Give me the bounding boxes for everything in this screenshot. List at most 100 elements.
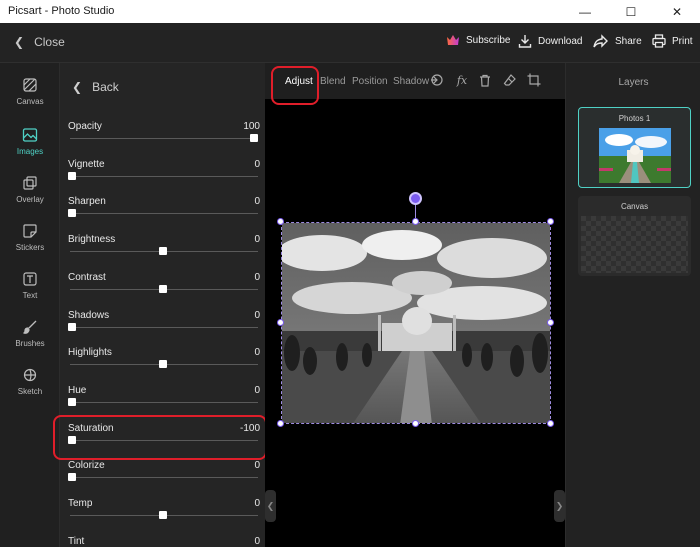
- slider-track[interactable]: [70, 138, 258, 139]
- download-button[interactable]: Download: [518, 34, 582, 48]
- slider-shadows[interactable]: Shadows 0: [68, 310, 260, 348]
- fx-icon[interactable]: fx: [455, 73, 469, 87]
- resize-handle-right[interactable]: [547, 319, 554, 326]
- close-button[interactable]: ❮ Close: [14, 35, 65, 49]
- slider-sharpen[interactable]: Sharpen 0: [68, 196, 260, 234]
- layer-item-canvas[interactable]: Canvas: [578, 196, 691, 276]
- share-button[interactable]: Share: [593, 34, 642, 48]
- slider-thumb[interactable]: [250, 134, 258, 142]
- slider-value: 100: [243, 121, 260, 132]
- slider-label: Tint: [68, 535, 85, 547]
- print-label: Print: [672, 35, 693, 47]
- rail-item-brushes[interactable]: Brushes: [0, 311, 60, 355]
- slider-label: Sharpen: [68, 196, 106, 208]
- rail-item-canvas[interactable]: Canvas: [0, 69, 60, 113]
- slider-colorize[interactable]: Colorize 0: [68, 460, 260, 498]
- tab-blend[interactable]: Blend: [320, 76, 346, 87]
- close-label: Close: [34, 35, 65, 49]
- top-bar: ❮ Close Subscribe Download Share Print: [0, 23, 700, 63]
- tab-position[interactable]: Position: [352, 76, 388, 87]
- images-icon: [22, 127, 38, 143]
- slider-thumb[interactable]: [68, 209, 76, 218]
- slider-thumb[interactable]: [159, 360, 167, 369]
- eraser-icon[interactable]: [503, 73, 517, 87]
- slider-track[interactable]: [70, 477, 258, 479]
- slider-value: 0: [254, 234, 260, 246]
- layer-label: Canvas: [620, 202, 649, 211]
- slider-highlights[interactable]: Highlights 0: [68, 347, 260, 385]
- resize-handle-left[interactable]: [277, 319, 284, 326]
- resize-handle-top-right[interactable]: [547, 218, 554, 225]
- canvas-thumbnail: [581, 216, 688, 273]
- slider-brightness[interactable]: Brightness 0: [68, 234, 260, 272]
- slider-label: Hue: [68, 384, 87, 396]
- layer-item-photos[interactable]: Photos 1: [578, 107, 691, 188]
- slider-thumb[interactable]: [159, 247, 167, 256]
- rail-item-sketch[interactable]: Sketch: [0, 359, 60, 403]
- chevron-left-icon: ❮: [14, 35, 25, 49]
- canvas-icon: [22, 77, 38, 93]
- back-button[interactable]: ❮ Back: [72, 80, 119, 94]
- adjust-panel: ❮ Back Opacity 100 Vignette 0 Sharpen 0 Bright…: [60, 63, 265, 547]
- photo-layer[interactable]: [281, 222, 551, 424]
- maximize-icon: ☐: [625, 4, 637, 19]
- collapse-left-panel-button[interactable]: ❮: [265, 490, 276, 522]
- rail-item-text[interactable]: Text: [0, 263, 60, 307]
- resize-handle-top[interactable]: [412, 218, 419, 225]
- layer-thumbnail: [599, 128, 671, 183]
- window-close-button[interactable]: ✕: [654, 0, 700, 23]
- rail-item-stickers[interactable]: Stickers: [0, 215, 60, 259]
- slider-track[interactable]: [70, 401, 258, 403]
- brushes-icon: [22, 319, 38, 335]
- slider-value: 0: [254, 309, 260, 321]
- resize-handle-bottom-right[interactable]: [547, 420, 554, 427]
- slider-thumb[interactable]: [68, 473, 76, 482]
- slider-thumb[interactable]: [68, 397, 76, 406]
- resize-handle-bottom[interactable]: [412, 420, 419, 427]
- tab-shadow[interactable]: Shadow: [393, 76, 429, 87]
- slider-thumb[interactable]: [159, 511, 167, 519]
- rail-label-brushes: Brushes: [15, 338, 45, 348]
- close-icon: ✕: [671, 4, 683, 19]
- rail-label-text: Text: [22, 290, 38, 300]
- slider-temp[interactable]: Temp 0: [68, 498, 260, 536]
- minimize-icon: —: [579, 4, 591, 19]
- slider-thumb[interactable]: [159, 284, 167, 293]
- stickers-icon: [22, 223, 38, 239]
- minimize-button[interactable]: —: [562, 0, 608, 23]
- overlay-icon: [22, 175, 38, 191]
- slider-label: Highlights: [68, 347, 112, 359]
- share-label: Share: [615, 35, 642, 47]
- slider-contrast[interactable]: Contrast 0: [68, 272, 260, 310]
- rail-item-overlay[interactable]: Overlay: [0, 167, 60, 211]
- subscribe-button[interactable]: Subscribe: [446, 34, 510, 46]
- slider-opacity[interactable]: Opacity 100: [68, 121, 260, 159]
- layer-label: Photos 1: [618, 114, 651, 123]
- slider-value: 0: [254, 158, 260, 170]
- resize-handle-bottom-left[interactable]: [277, 420, 284, 427]
- crop-icon[interactable]: [527, 73, 541, 87]
- collapse-right-panel-button[interactable]: ❯: [554, 490, 565, 522]
- rail-item-images[interactable]: Images: [0, 119, 60, 163]
- sketch-icon: [22, 367, 38, 383]
- maximize-button[interactable]: ☐: [608, 0, 654, 23]
- slider-track[interactable]: [70, 213, 258, 215]
- slider-value: 0: [254, 460, 260, 472]
- trash-icon[interactable]: [478, 73, 492, 87]
- slider-track[interactable]: [70, 175, 258, 177]
- slider-value: 0: [254, 196, 260, 208]
- resize-handle-top-left[interactable]: [277, 218, 284, 225]
- slider-label: Colorize: [68, 460, 105, 472]
- slider-value: 0: [254, 384, 260, 396]
- window-title: Picsart - Photo Studio: [8, 5, 115, 17]
- slider-tint[interactable]: Tint 0: [68, 536, 260, 547]
- mask-icon[interactable]: [430, 73, 444, 87]
- slider-thumb[interactable]: [68, 322, 76, 331]
- slider-vignette[interactable]: Vignette 0: [68, 159, 260, 197]
- slider-thumb[interactable]: [68, 171, 76, 180]
- slider-track[interactable]: [70, 326, 258, 328]
- rotate-handle[interactable]: [409, 192, 422, 205]
- slider-label: Vignette: [68, 158, 105, 170]
- slider-label: Contrast: [68, 271, 106, 283]
- print-button[interactable]: Print: [652, 34, 693, 48]
